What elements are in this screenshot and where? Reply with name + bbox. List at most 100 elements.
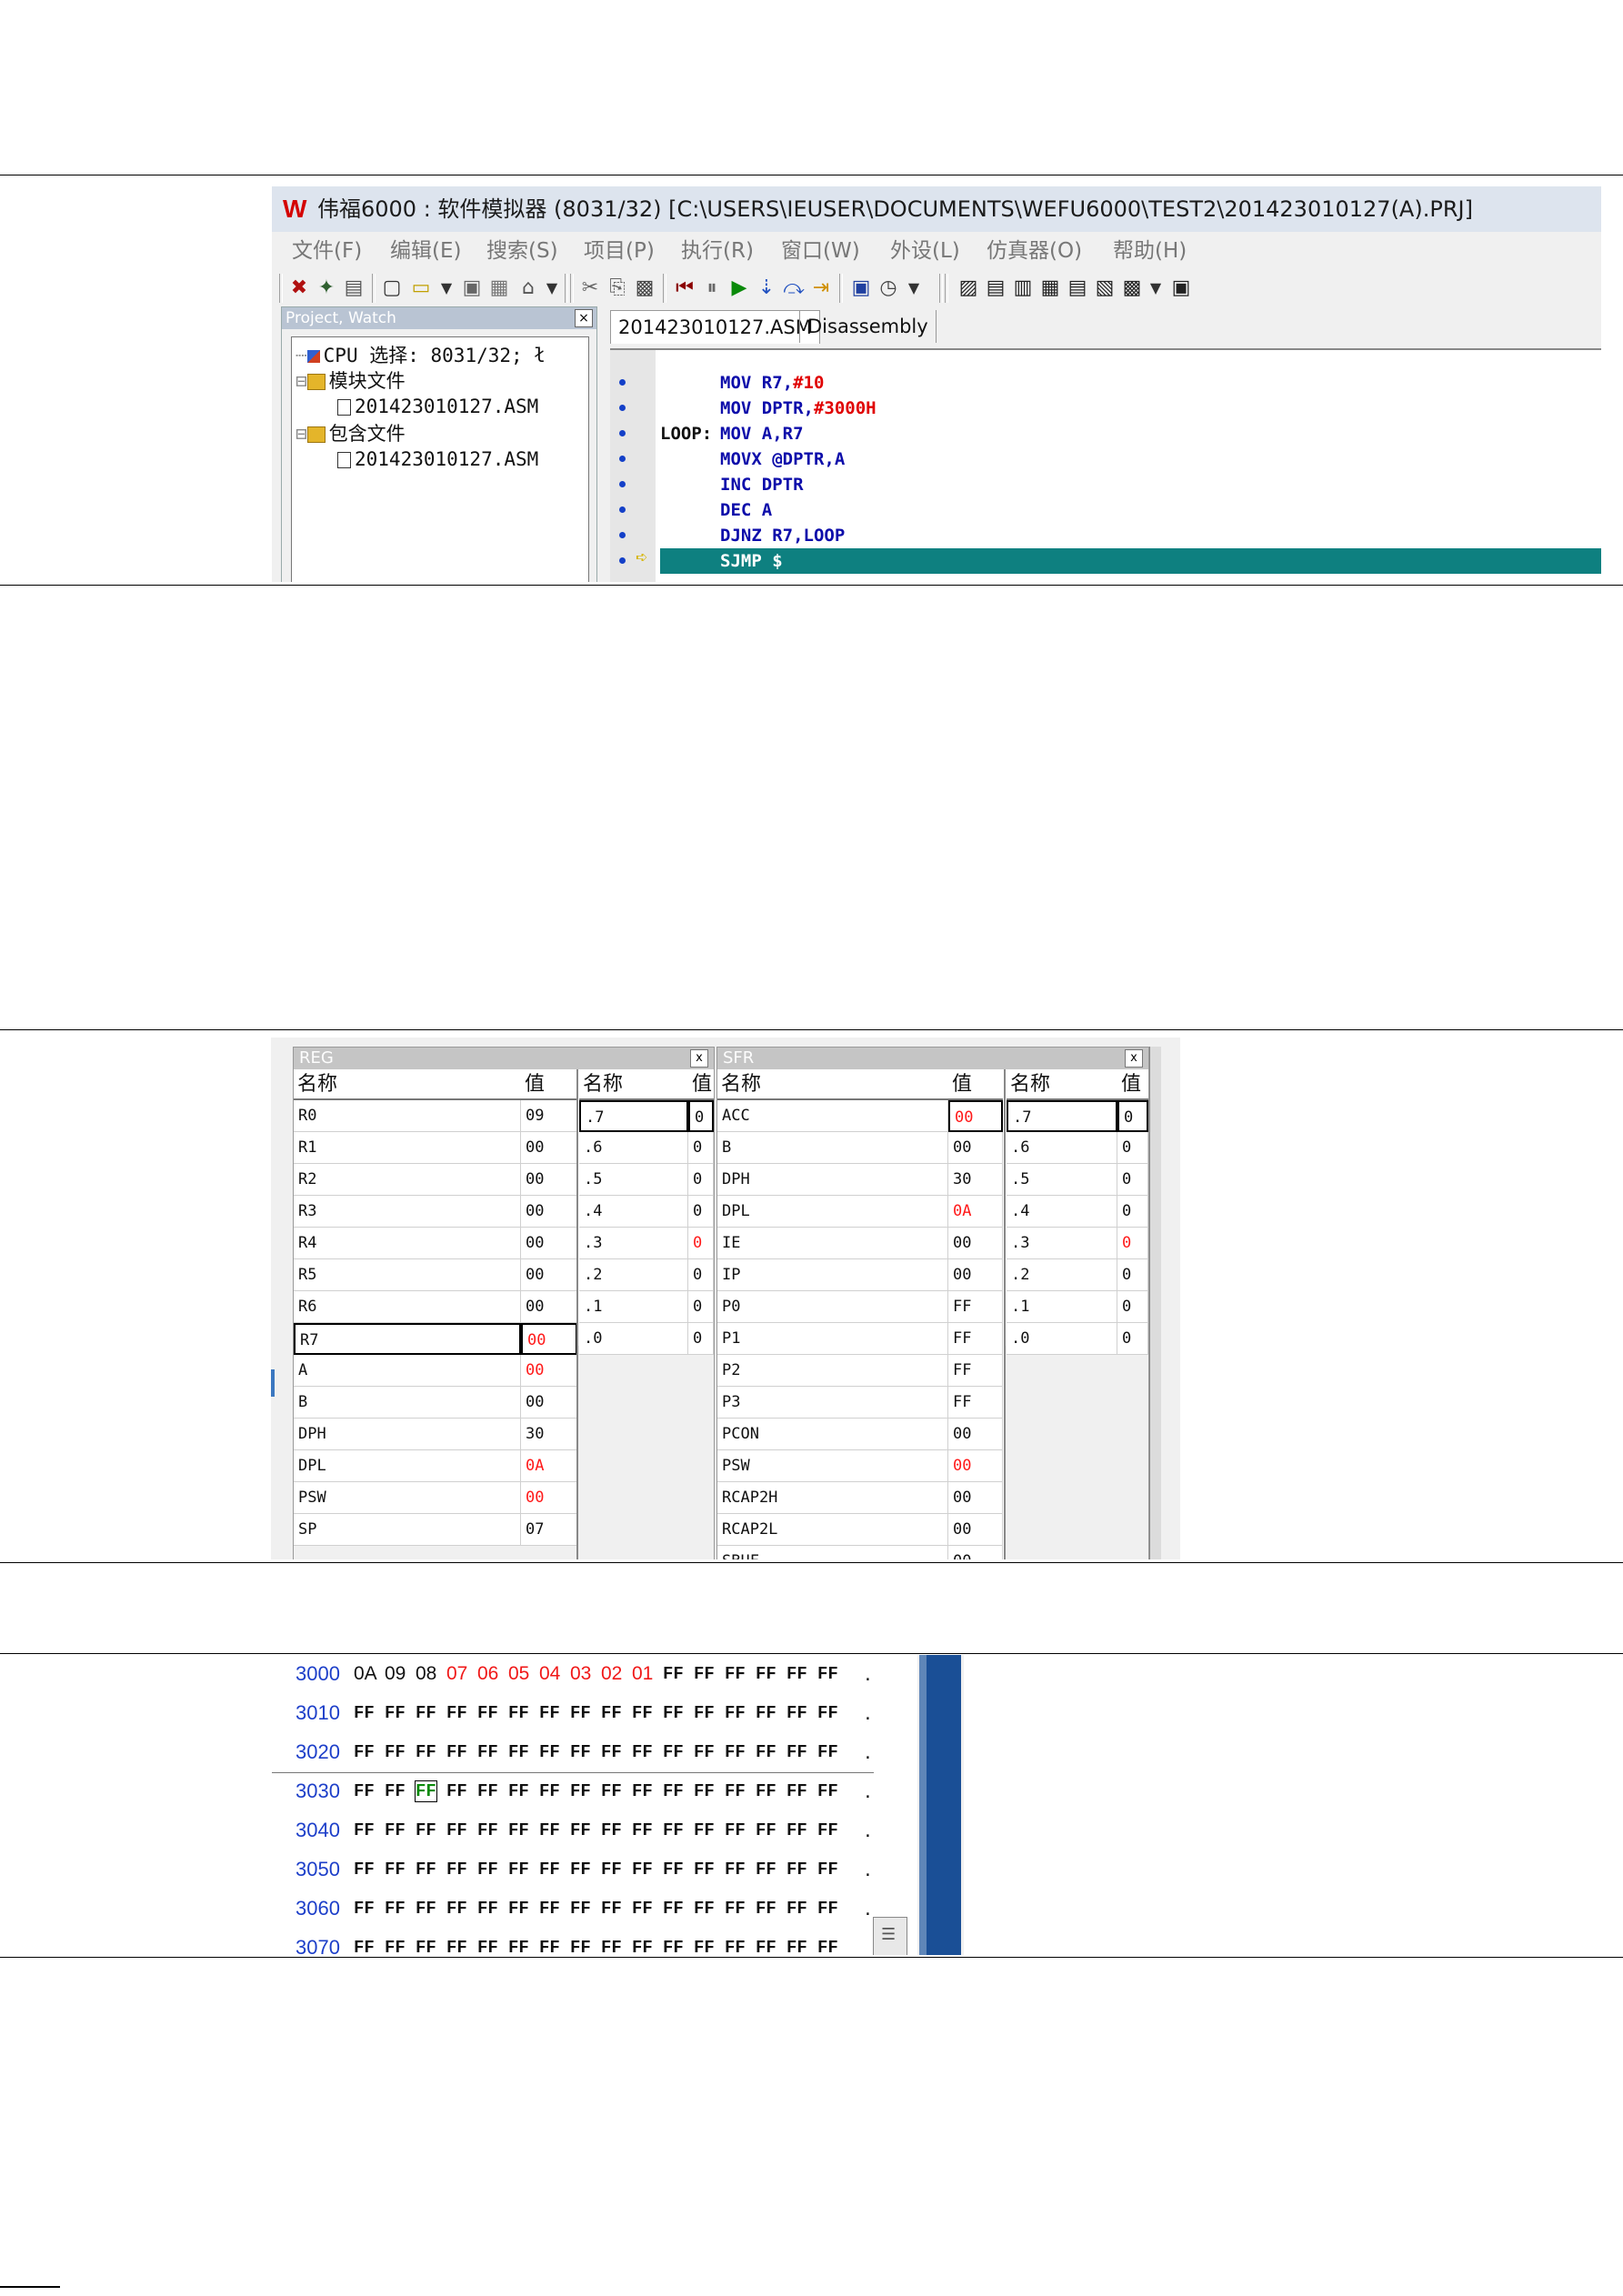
editor-gutter[interactable]: [610, 350, 656, 582]
memory-byte[interactable]: FF: [570, 1820, 591, 1840]
memory-byte[interactable]: FF: [385, 1703, 406, 1723]
reg-name-cell[interactable]: R7: [294, 1323, 521, 1355]
reg-bit-value-cell[interactable]: 0: [688, 1132, 714, 1164]
memory-byte[interactable]: FF: [539, 1703, 560, 1723]
memory-byte[interactable]: FF: [354, 1860, 375, 1880]
memory-byte[interactable]: 05: [508, 1663, 529, 1685]
memory-byte[interactable]: FF: [446, 1938, 467, 1955]
memory-byte[interactable]: FF: [663, 1781, 684, 1801]
memory-byte[interactable]: FF: [601, 1899, 622, 1919]
memory-byte[interactable]: FF: [817, 1938, 838, 1955]
sfr-col-value[interactable]: 值: [948, 1069, 1003, 1100]
sfr-bit-name-cell[interactable]: .0: [1007, 1323, 1117, 1355]
reg-value-cell[interactable]: 00: [521, 1323, 577, 1355]
sfr-bit-name-cell[interactable]: .6: [1007, 1132, 1117, 1164]
memory-byte[interactable]: FF: [786, 1860, 807, 1880]
memory-byte[interactable]: FF: [477, 1938, 498, 1955]
sfr-name-cell[interactable]: PSW: [717, 1450, 948, 1482]
tree-item-include-file[interactable]: 201423010127.ASM: [337, 446, 538, 472]
memory-byte[interactable]: FF: [446, 1860, 467, 1880]
memory-byte[interactable]: 09: [385, 1663, 406, 1685]
memory-byte[interactable]: FF: [446, 1703, 467, 1723]
open-folder-icon[interactable]: ▭: [408, 276, 434, 301]
trace-window-icon[interactable]: ▣: [1168, 276, 1194, 301]
memory-byte[interactable]: FF: [508, 1860, 529, 1880]
memory-byte[interactable]: FF: [817, 1742, 838, 1762]
memory-byte[interactable]: FF: [416, 1899, 436, 1919]
sfr-bit-value-cell[interactable]: 0: [1117, 1228, 1148, 1259]
sfr-name-cell[interactable]: IP: [717, 1259, 948, 1291]
memory-byte[interactable]: 0A: [354, 1663, 377, 1685]
close-icon[interactable]: ×: [575, 309, 593, 327]
memory-byte[interactable]: FF: [786, 1820, 807, 1840]
reg-name-cell[interactable]: R1: [294, 1132, 521, 1164]
reg-value-cell[interactable]: 30: [521, 1419, 577, 1450]
code-line[interactable]: DEC A: [660, 497, 1601, 523]
sfr-name-cell[interactable]: ACC: [717, 1100, 948, 1132]
memory-byte[interactable]: FF: [694, 1742, 715, 1762]
memory-byte[interactable]: FF: [663, 1742, 684, 1762]
memory-byte[interactable]: FF: [385, 1781, 406, 1801]
memory-byte[interactable]: FF: [632, 1899, 653, 1919]
bug-icon[interactable]: ✦: [314, 276, 339, 301]
reg-bit-name-cell[interactable]: .5: [579, 1164, 688, 1196]
memory-byte[interactable]: FF: [416, 1938, 436, 1955]
memory-byte[interactable]: FF: [416, 1703, 436, 1723]
reg-value-cell[interactable]: 07: [521, 1514, 577, 1546]
memory-byte[interactable]: FF: [570, 1899, 591, 1919]
sfr-bit-value-cell[interactable]: 0: [1117, 1323, 1148, 1355]
sfr-bit-value-cell[interactable]: 0: [1117, 1164, 1148, 1196]
memory-byte[interactable]: FF: [725, 1664, 746, 1684]
sfr-window-icon[interactable]: ▥: [1010, 276, 1036, 301]
tree-item-module-file[interactable]: 201423010127.ASM: [337, 394, 538, 419]
reg-name-cell[interactable]: DPL: [294, 1450, 521, 1482]
line-marker-icon[interactable]: [619, 532, 626, 538]
sfr-bit-value-cell[interactable]: 0: [1117, 1100, 1148, 1132]
memory-byte[interactable]: FF: [354, 1899, 375, 1919]
memory-byte[interactable]: FF: [817, 1860, 838, 1880]
close-icon[interactable]: x: [1125, 1049, 1143, 1068]
reg-bit-value-cell[interactable]: 0: [688, 1100, 714, 1132]
sfr-name-cell[interactable]: DPL: [717, 1196, 948, 1228]
sfr-name-cell[interactable]: P0: [717, 1291, 948, 1323]
menu-search[interactable]: 搜索(S): [486, 232, 558, 270]
window-dropdown-icon[interactable]: ▼: [1143, 276, 1168, 301]
step-into-icon[interactable]: ⇣: [754, 276, 779, 301]
memory-byte[interactable]: FF: [539, 1781, 560, 1801]
memory-byte[interactable]: FF: [508, 1703, 529, 1723]
sfr-name-cell[interactable]: IE: [717, 1228, 948, 1259]
memory-byte[interactable]: FF: [663, 1820, 684, 1840]
project-dropdown-icon[interactable]: ▼: [539, 276, 565, 301]
reg-bits-col-name[interactable]: 名称: [579, 1069, 688, 1100]
memory-byte[interactable]: FF: [570, 1860, 591, 1880]
scrollbar-thumb[interactable]: ☰: [873, 1917, 907, 1955]
memory-byte[interactable]: FF: [354, 1820, 375, 1840]
memory-byte[interactable]: FF: [817, 1781, 838, 1801]
reg-bits-col-value[interactable]: 值: [688, 1069, 714, 1100]
memory-byte[interactable]: FF: [385, 1742, 406, 1762]
memory-byte[interactable]: FF: [385, 1820, 406, 1840]
tree-item-modules[interactable]: ⊟ 模块文件: [296, 368, 406, 394]
memory-byte[interactable]: FF: [663, 1938, 684, 1955]
memory-byte[interactable]: FF: [508, 1781, 529, 1801]
menu-emulator[interactable]: 仿真器(O): [987, 232, 1082, 270]
reg-value-cell[interactable]: 00: [521, 1164, 577, 1196]
memory-byte[interactable]: FF: [446, 1899, 467, 1919]
reg-bit-value-cell[interactable]: 0: [688, 1228, 714, 1259]
memory-byte[interactable]: FF: [694, 1703, 715, 1723]
memory-byte[interactable]: FF: [446, 1742, 467, 1762]
memory-byte[interactable]: FF: [508, 1899, 529, 1919]
memory-byte[interactable]: FF: [756, 1703, 776, 1723]
memory-byte[interactable]: FF: [756, 1899, 776, 1919]
memory-byte[interactable]: FF: [725, 1703, 746, 1723]
sfr-name-cell[interactable]: RCAP2H: [717, 1482, 948, 1514]
memory-byte[interactable]: FF: [786, 1664, 807, 1684]
reg-name-cell[interactable]: A: [294, 1355, 521, 1387]
memory-byte[interactable]: FF: [817, 1899, 838, 1919]
run-icon[interactable]: ▶: [726, 276, 752, 301]
memory-byte[interactable]: FF: [539, 1899, 560, 1919]
sfr-value-cell[interactable]: 00: [948, 1419, 1003, 1450]
code-line[interactable]: MOV DPTR,#3000H: [660, 396, 1601, 421]
sfr-bit-name-cell[interactable]: .1: [1007, 1291, 1117, 1323]
sfr-value-cell[interactable]: FF: [948, 1291, 1003, 1323]
